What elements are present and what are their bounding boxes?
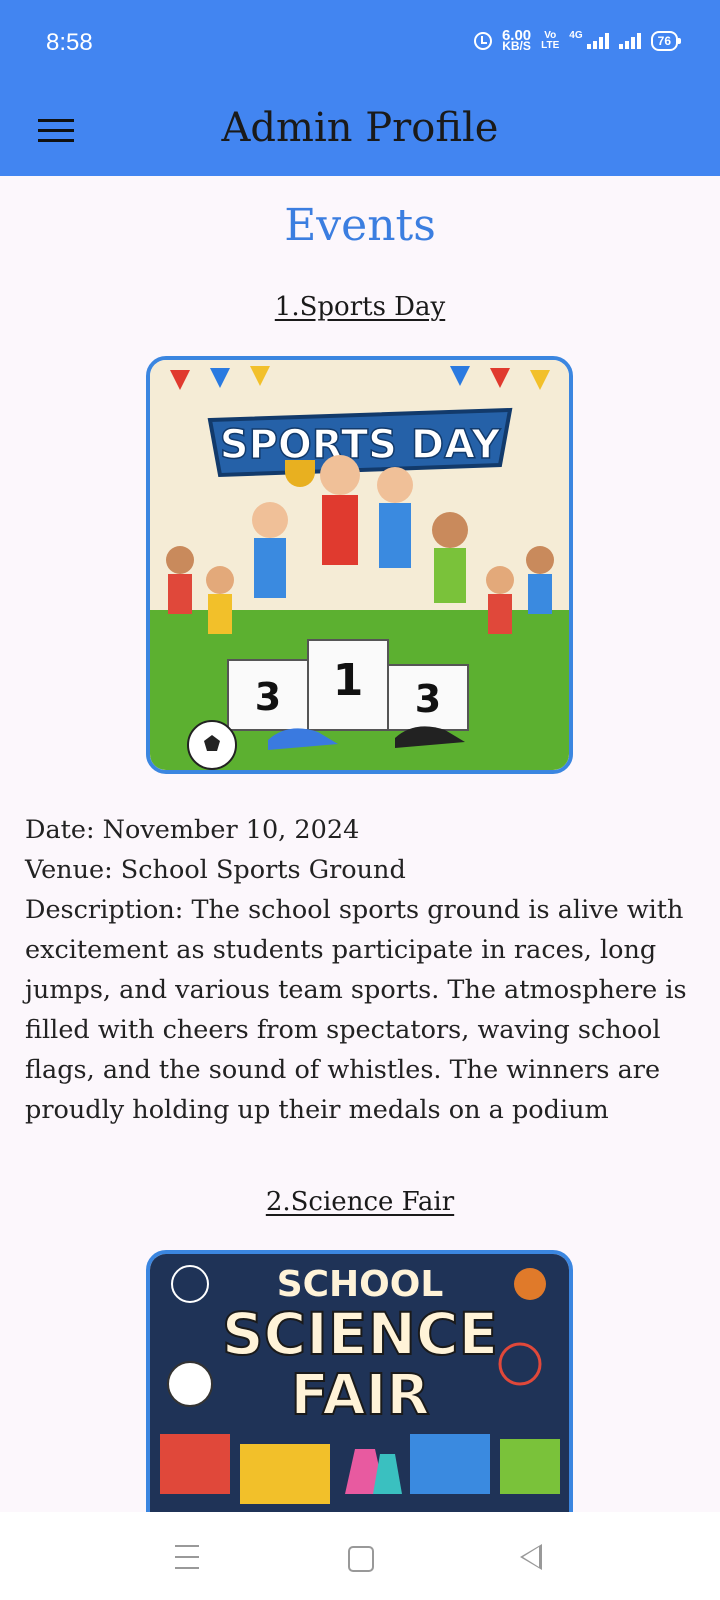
battery-icon: 76 <box>650 31 682 51</box>
status-icons: 6.00 KB/S Vo LTE 4G 76 <box>473 28 682 53</box>
sports-day-illustration: SPORTS DAY 3 1 3 <box>150 360 569 770</box>
podium-third-right: 3 <box>415 677 441 721</box>
signal-icon <box>618 33 641 49</box>
hamburger-menu-icon[interactable] <box>38 108 76 152</box>
event-title-sports-day: 1.Sports Day <box>274 292 446 322</box>
signal-icon <box>586 33 609 49</box>
sports-day-image: SPORTS DAY 3 1 3 <box>146 356 573 774</box>
podium-first: 1 <box>333 655 364 706</box>
event-description: Description: The school sports ground is… <box>25 895 687 1125</box>
app-title: Admin Profile <box>221 105 499 151</box>
science-fair-image: SCHOOL SCIENCE FAIR <box>146 1250 573 1512</box>
science-fair-illustration: SCHOOL SCIENCE FAIR <box>150 1254 569 1512</box>
alarm-icon <box>473 32 492 50</box>
home-icon[interactable] <box>348 1546 374 1572</box>
event-date: Date: November 10, 2024 <box>25 815 360 845</box>
speed-unit: KB/S <box>502 39 531 53</box>
event-venue: Venue: School Sports Ground <box>25 855 406 885</box>
event-title-science-fair: 2.Science Fair <box>265 1187 455 1217</box>
banner-line-fair: FAIR <box>290 1363 429 1428</box>
banner-line-science: SCIENCE <box>222 1300 498 1368</box>
system-nav-bar <box>0 1512 720 1600</box>
app-bar: Admin Profile <box>0 88 720 176</box>
banner-line-school: SCHOOL <box>277 1264 444 1305</box>
page-title: Events <box>284 200 436 251</box>
podium-third-left: 3 <box>255 675 281 719</box>
network-type: 4G <box>569 29 583 41</box>
status-bar: 8:58 6.00 KB/S Vo LTE 4G 76 <box>0 0 720 88</box>
events-content[interactable]: Events 1.Sports Day SPORTS DAY 3 1 3 Dat… <box>0 176 720 1512</box>
event-details-sports-day: Date: November 10, 2024 Venue: School Sp… <box>25 810 705 1130</box>
volte-bottom: LTE <box>541 40 560 51</box>
banner-text: SPORTS DAY <box>220 422 501 468</box>
battery-level: 76 <box>657 34 671 48</box>
volte-indicator: Vo LTE <box>541 31 559 51</box>
status-time: 8:58 <box>46 29 93 56</box>
back-icon[interactable] <box>520 1544 542 1570</box>
network-speed: 6.00 KB/S <box>502 28 531 53</box>
recents-icon[interactable] <box>175 1542 205 1572</box>
